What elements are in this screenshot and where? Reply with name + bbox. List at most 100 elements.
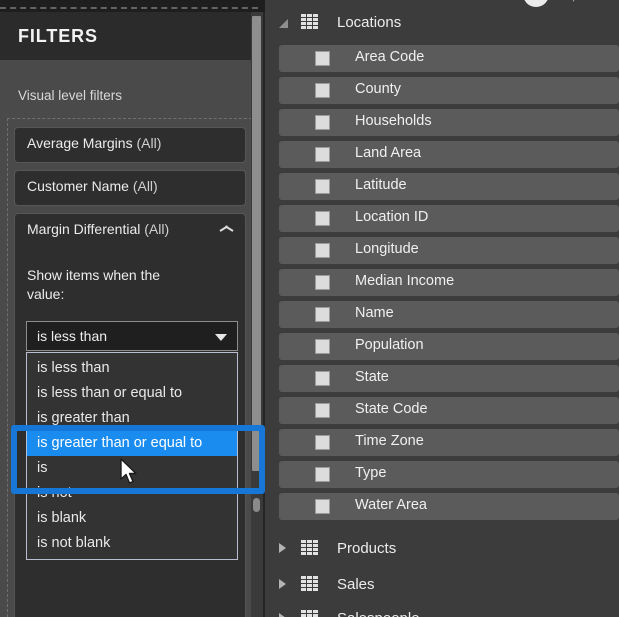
filter-condition-option[interactable]: is less than	[27, 356, 237, 381]
field-label: Time Zone	[355, 433, 424, 449]
checkbox-icon[interactable]	[315, 339, 330, 354]
field-label: Longitude	[355, 241, 419, 257]
filters-pane-scrollbar-thumb[interactable]	[252, 16, 261, 471]
show-items-prompt-line2: value:	[27, 286, 65, 302]
checkbox-icon[interactable]	[315, 211, 330, 226]
field-row[interactable]: Longitude	[279, 237, 619, 264]
filters-pane-header: FILTERS	[0, 12, 258, 60]
field-row[interactable]: Name	[279, 301, 619, 328]
filter-condition-option[interactable]: is not	[27, 481, 237, 506]
field-row[interactable]: Area Code	[279, 45, 619, 72]
report-canvas-strip	[0, 0, 265, 12]
fields-pane: Locations Area Code County Households Land A…	[265, 0, 619, 617]
filter-condition-value: is less than	[37, 328, 108, 344]
share-arrow-icon[interactable]	[573, 0, 607, 2]
filter-cards-region: Average Margins (All) Customer Name (All…	[7, 118, 252, 617]
visual-selection-dashed-edge	[0, 7, 258, 9]
visual-level-filters-label: Visual level filters	[18, 88, 123, 103]
field-label: County	[355, 81, 401, 97]
field-label: Type	[355, 465, 387, 481]
checkbox-icon[interactable]	[315, 147, 330, 162]
filter-card-title: Average Margins (All)	[27, 135, 161, 151]
field-label: Population	[355, 337, 424, 353]
field-row[interactable]: Households	[279, 109, 619, 136]
triangle-collapsed-icon[interactable]	[279, 579, 286, 589]
field-label: State Code	[355, 401, 428, 417]
field-row[interactable]: State	[279, 365, 619, 392]
table-grid-icon	[301, 576, 318, 591]
checkbox-icon[interactable]	[315, 83, 330, 98]
table-group-sales[interactable]: Sales	[265, 568, 619, 600]
filters-pane-scrollbar-marker[interactable]	[253, 498, 260, 512]
field-row[interactable]: Population	[279, 333, 619, 360]
field-row[interactable]: Median Income	[279, 269, 619, 296]
filter-condition-option[interactable]: is blank	[27, 506, 237, 531]
checkbox-icon[interactable]	[315, 115, 330, 130]
table-group-salespeople[interactable]: Salespeople	[265, 602, 619, 617]
field-row[interactable]: Time Zone	[279, 429, 619, 456]
filter-field-name: Average Margins	[27, 135, 133, 151]
checkbox-icon[interactable]	[315, 403, 330, 418]
filter-condition-option[interactable]: is greater than or equal to	[27, 431, 237, 456]
filters-pane-title: FILTERS	[18, 25, 98, 46]
table-group-label: Products	[337, 539, 397, 557]
checkbox-icon[interactable]	[315, 51, 330, 66]
table-group-label: Sales	[337, 575, 375, 593]
checkbox-icon[interactable]	[315, 275, 330, 290]
show-items-prompt-line1: Show items when the	[27, 267, 161, 283]
checkbox-icon[interactable]	[315, 371, 330, 386]
filter-card-margin-differential[interactable]: Margin Differential (All) Show items whe…	[14, 213, 246, 617]
filter-condition-combobox[interactable]: is less than	[26, 321, 238, 351]
filter-condition-dropdown-list[interactable]: is less than is less than or equal to is g…	[26, 352, 238, 560]
field-row[interactable]: Type	[279, 461, 619, 488]
field-label: State	[355, 369, 389, 385]
filter-card-average-margins[interactable]: Average Margins (All)	[14, 127, 246, 163]
table-grid-icon	[301, 14, 318, 29]
field-row[interactable]: Water Area	[279, 493, 619, 520]
filters-pane: FILTERS Visual level filters Average Mar…	[0, 0, 265, 617]
table-group-locations[interactable]: Locations	[265, 6, 619, 38]
filter-condition-option[interactable]: is not blank	[27, 531, 237, 556]
triangle-collapsed-icon[interactable]	[279, 543, 286, 553]
power-bi-filter-pane-screenshot: FILTERS Visual level filters Average Mar…	[0, 0, 619, 617]
filter-scope: (All)	[136, 135, 162, 151]
field-row[interactable]: Latitude	[279, 173, 619, 200]
checkbox-icon[interactable]	[315, 307, 330, 322]
filters-pane-body: Visual level filters Average Margins (Al…	[0, 60, 258, 617]
field-label: Location ID	[355, 209, 429, 225]
filter-field-name: Customer Name	[27, 178, 129, 194]
table-grid-icon	[301, 540, 318, 555]
chevron-down-icon[interactable]	[215, 334, 227, 341]
filter-condition-option[interactable]: is greater than	[27, 406, 237, 431]
chevron-up-icon[interactable]	[220, 227, 233, 235]
filter-card-customer-name[interactable]: Customer Name (All)	[14, 170, 246, 206]
field-row[interactable]: Land Area	[279, 141, 619, 168]
field-label: Land Area	[355, 145, 422, 161]
field-label: Latitude	[355, 177, 407, 193]
triangle-expanded-icon[interactable]	[279, 19, 288, 28]
filter-card-title: Customer Name (All)	[27, 178, 158, 194]
filter-condition-option[interactable]: is	[27, 456, 237, 481]
checkbox-icon[interactable]	[315, 499, 330, 514]
table-group-products[interactable]: Products	[265, 532, 619, 564]
table-group-label: Salespeople	[337, 610, 420, 617]
table-grid-icon	[301, 610, 318, 617]
filter-scope: (All)	[144, 221, 170, 237]
field-label: Households	[355, 113, 432, 129]
checkbox-icon[interactable]	[315, 435, 330, 450]
filter-condition-option[interactable]: is less than or equal to	[27, 381, 237, 406]
field-label: Name	[355, 305, 394, 321]
field-label: Water Area	[355, 497, 427, 513]
field-row[interactable]: Location ID	[279, 205, 619, 232]
table-group-label: Locations	[337, 13, 402, 31]
field-label: Median Income	[355, 273, 455, 289]
filter-card-title: Margin Differential (All)	[27, 221, 169, 237]
checkbox-icon[interactable]	[315, 179, 330, 194]
triangle-collapsed-icon[interactable]	[279, 613, 286, 617]
filter-field-name: Margin Differential	[27, 221, 141, 237]
field-label: Area Code	[355, 49, 425, 65]
checkbox-icon[interactable]	[315, 467, 330, 482]
field-row[interactable]: State Code	[279, 397, 619, 424]
field-row[interactable]: County	[279, 77, 619, 104]
checkbox-icon[interactable]	[315, 243, 330, 258]
